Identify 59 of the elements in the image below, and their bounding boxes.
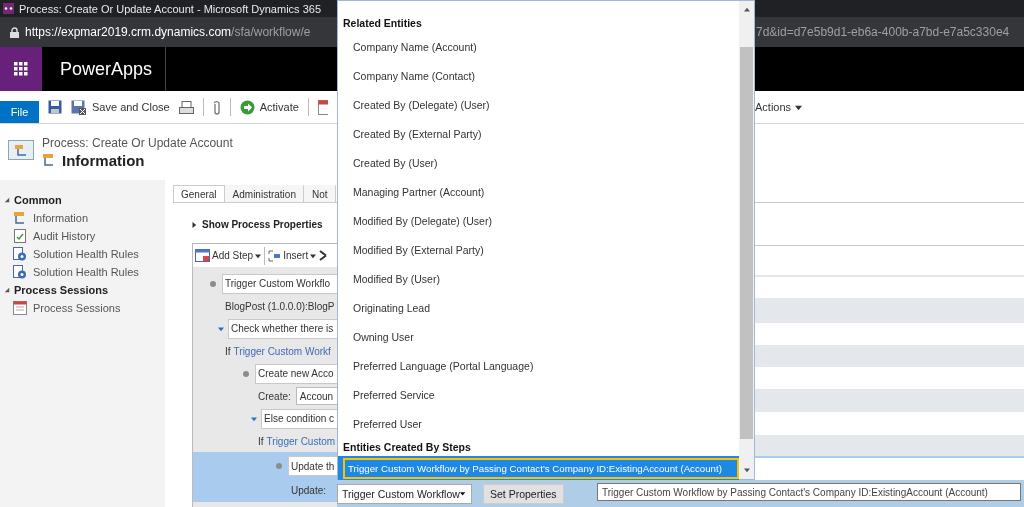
entity-select[interactable]: Accoun xyxy=(295,387,337,405)
step-name-field[interactable]: Check whether there is xyxy=(228,318,337,339)
url-text: https://expmar2019.crm.dynamics.com/sfa/workflow/e xyxy=(25,25,311,39)
group-heading: Entities Created By Steps xyxy=(342,440,472,455)
dropdown-option[interactable]: Owning User xyxy=(338,322,739,351)
group-heading: Related Entities xyxy=(342,16,423,31)
tab[interactable]: General xyxy=(173,185,225,202)
entity-select[interactable]: Trigger Custom Workflow xyxy=(337,483,472,504)
condition-text: If xyxy=(258,435,264,447)
dropdown-option[interactable]: Modified By (User) xyxy=(338,264,739,293)
actions-menu[interactable]: Actions xyxy=(755,101,803,113)
dropdown-option[interactable]: Created By (External Party) xyxy=(338,119,739,148)
show-properties-toggle[interactable]: Show Process Properties xyxy=(191,219,323,230)
dropdown-option[interactable]: Created By (Delegate) (User) xyxy=(338,90,739,119)
step-detail: BlogPost (1.0.0.0):BlogP xyxy=(225,300,335,312)
step-name-field[interactable]: Create new Acco xyxy=(255,363,337,384)
add-step-button[interactable]: Add Step xyxy=(195,249,262,262)
step-name-field[interactable]: Else condition c xyxy=(261,408,337,429)
tab[interactable]: Administration xyxy=(224,185,304,202)
dropdown-option[interactable]: Modified By (Delegate) (User) xyxy=(338,206,739,235)
nav-group-header[interactable]: Process Sessions xyxy=(0,281,165,299)
tab[interactable]: Not xyxy=(303,185,336,202)
field-label: Update: xyxy=(291,484,327,496)
condition-text: If xyxy=(225,345,231,357)
window-title: Process: Create Or Update Account - Microsoft Dynamics 365 xyxy=(19,2,321,15)
condition-link[interactable]: Trigger Custom xyxy=(266,435,336,447)
field-label: Create: xyxy=(258,390,291,402)
nav-item[interactable]: Audit History xyxy=(0,227,165,245)
focus-outline: Trigger Custom Workflow by Passing Contact's Company ID:ExistingAccount (Account) xyxy=(343,458,739,479)
dropdown-option[interactable]: Company Name (Account) xyxy=(338,32,739,61)
dropdown-option[interactable]: Originating Lead xyxy=(338,293,739,322)
dropdown-option[interactable]: Modified By (External Party) xyxy=(338,235,739,264)
condition-link[interactable]: Trigger Custom Workf xyxy=(233,345,331,357)
save-close-button[interactable]: Save and Close xyxy=(71,99,170,115)
tooltip: Trigger Custom Workflow by Passing Contact's Company ID:ExistingAccount (Account) xyxy=(597,483,1021,501)
dropdown-option[interactable]: Managing Partner (Account) xyxy=(338,177,739,206)
breadcrumb: Process: Create Or Update Account xyxy=(42,135,233,150)
nav-item[interactable]: Solution Health Rules xyxy=(0,245,165,263)
file-button[interactable]: File xyxy=(0,101,39,123)
nav-group-header[interactable]: Common xyxy=(0,191,165,209)
address-bar[interactable]: https://expmar2019.crm.dynamics.com/sfa/workflow/e xyxy=(0,17,337,47)
dropdown-option[interactable]: Trigger Custom Workflow by Passing Contact's Company ID:ExistingAccount (Account) xyxy=(338,456,739,481)
step-name-field[interactable]: Update th xyxy=(288,456,337,476)
dropdown-option[interactable]: Preferred User xyxy=(338,409,739,438)
activate-button[interactable]: Activate xyxy=(239,99,299,115)
nav-item[interactable]: Information xyxy=(0,209,165,227)
dropdown-option[interactable]: Company Name (Contact) xyxy=(338,61,739,90)
page-title: Information xyxy=(62,151,145,169)
address-bar[interactable]: 7d&id=d7e5b9d1-eb6a-400b-a7bd-e7a5c330e4 xyxy=(755,17,1024,47)
dropdown-option[interactable]: Created By (User) xyxy=(338,148,739,177)
set-properties-button[interactable]: Set Properties xyxy=(483,483,564,504)
nav-item[interactable]: Process Sessions xyxy=(0,299,165,317)
insert-button[interactable]: Insert xyxy=(268,249,317,262)
nav-item[interactable]: Solution Health Rules xyxy=(0,263,165,281)
dropdown-option[interactable]: Preferred Service xyxy=(338,380,739,409)
url-text: 7d&id=d7e5b9d1-eb6a-400b-a7bd-e7a5c330e4 xyxy=(756,25,1010,39)
app-name: PowerApps xyxy=(42,47,166,91)
dropdown-option[interactable]: Preferred Language (Portal Language) xyxy=(338,351,739,380)
step-name-field[interactable]: Trigger Custom Workflo xyxy=(222,273,337,294)
